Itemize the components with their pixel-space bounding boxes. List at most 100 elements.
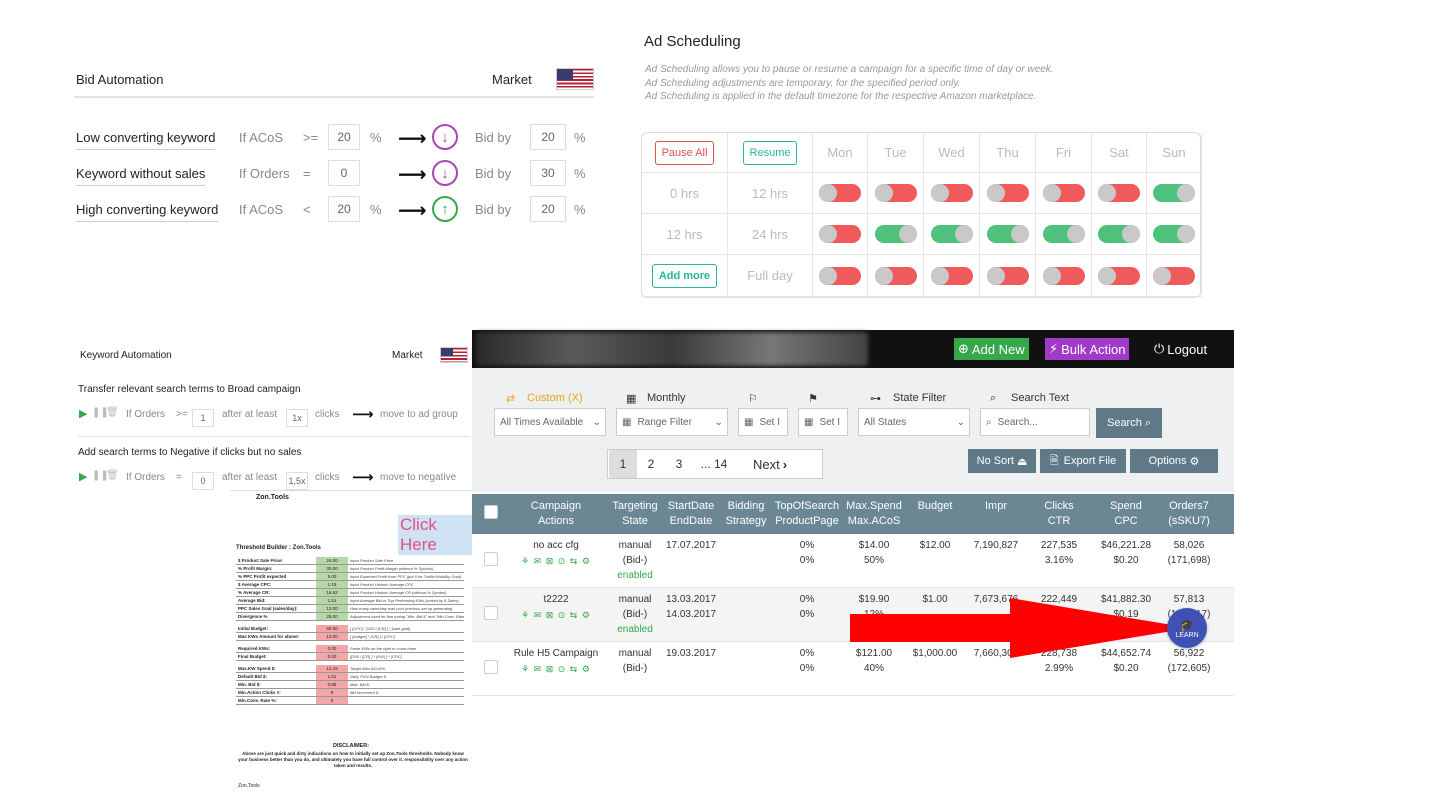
page-3[interactable]: 3: [665, 450, 693, 478]
sheet-row-value[interactable]: 13.00: [316, 633, 348, 640]
rule-value-input[interactable]: 0: [328, 160, 360, 186]
play-icon[interactable]: ▶: [79, 470, 87, 483]
sheet-row-value[interactable]: 25.00: [316, 613, 348, 620]
clicks-value-input[interactable]: 1x: [286, 409, 308, 427]
us-flag-icon[interactable]: [556, 68, 594, 90]
pause-all-button[interactable]: Pause All: [654, 140, 715, 165]
sheet-row-value[interactable]: 8: [316, 689, 348, 696]
day-toggle-fri[interactable]: [1042, 184, 1085, 202]
day-toggle-wed[interactable]: [930, 184, 973, 202]
day-toggle-wed[interactable]: [930, 266, 973, 285]
range-filter-select[interactable]: ▦ Range Filter ⌄: [616, 408, 728, 436]
monthly-label[interactable]: Monthly: [647, 392, 686, 404]
rule-operator[interactable]: =: [176, 472, 182, 483]
rule-operator[interactable]: >=: [303, 130, 318, 145]
page-last[interactable]: ... 14: [693, 450, 735, 478]
sheet-row-value[interactable]: 16.62: [316, 589, 348, 596]
rule-condition[interactable]: If Orders: [126, 409, 165, 420]
arrow-down-circle-icon[interactable]: ↓: [432, 124, 458, 150]
clicks-value-input[interactable]: 1,5x: [286, 472, 308, 490]
day-toggle-tue[interactable]: [874, 266, 917, 285]
day-toggle-sat[interactable]: [1098, 225, 1140, 243]
search-button[interactable]: Search ⌕: [1096, 408, 1162, 438]
day-toggle-sun[interactable]: [1153, 184, 1195, 202]
day-toggle-sun[interactable]: [1153, 225, 1195, 243]
sheet-row-value[interactable]: 1.15: [316, 581, 348, 588]
logout-button[interactable]: ⏻ Logout: [1150, 338, 1211, 360]
rule-operator[interactable]: =: [303, 166, 311, 181]
start-date-input[interactable]: ▦ Set I: [738, 408, 788, 436]
rule-action[interactable]: move to ad group: [380, 409, 458, 420]
page-2[interactable]: 2: [637, 450, 665, 478]
learn-button[interactable]: 🎓 LEARN: [1167, 608, 1207, 648]
end-date-input[interactable]: ▦ Set I: [798, 408, 848, 436]
no-sort-button[interactable]: No Sort ⏏: [968, 449, 1036, 473]
day-toggle-fri[interactable]: [1042, 266, 1085, 285]
sheet-row-value[interactable]: 90.50: [316, 625, 348, 632]
day-toggle-sat[interactable]: [1098, 184, 1140, 202]
rule-condition[interactable]: If ACoS: [239, 202, 283, 217]
play-icon[interactable]: ▶: [79, 407, 87, 420]
day-toggle-tue[interactable]: [874, 225, 917, 243]
us-flag-icon[interactable]: [440, 347, 468, 363]
page-1[interactable]: 1: [609, 450, 637, 478]
rule-operator[interactable]: <: [303, 202, 311, 217]
next-page-button[interactable]: Next ›: [735, 450, 805, 478]
rule-value-input[interactable]: 20: [328, 196, 360, 222]
custom-filter-label[interactable]: Custom (X): [527, 392, 583, 404]
click-here-link[interactable]: Click Here: [398, 515, 472, 555]
sheet-row-value[interactable]: 0.00: [316, 645, 348, 652]
table-row[interactable]: no acc cfg ⚘ ✉ ⊠ ⊙ ⇆ ⚙ manual (Bid-) enabled…: [472, 534, 1234, 588]
day-toggle-thu[interactable]: [986, 225, 1029, 243]
day-toggle-sat[interactable]: [1098, 266, 1140, 285]
rule-value-input[interactable]: 20: [328, 124, 360, 150]
day-toggle-fri[interactable]: [1042, 225, 1085, 243]
bid-value-input[interactable]: 20: [530, 196, 566, 222]
sheet-row-value[interactable]: 1.51: [316, 673, 348, 680]
sheet-row-value[interactable]: 13.00: [316, 605, 348, 612]
state-select[interactable]: All States ⌄: [858, 408, 970, 436]
column-header[interactable]: Campaign Actions: [516, 499, 596, 529]
column-header[interactable]: Orders7 (sSKU7): [1149, 499, 1229, 529]
day-toggle-mon[interactable]: [819, 184, 861, 202]
rule-condition[interactable]: If ACoS: [239, 130, 283, 145]
resume-button[interactable]: Resume: [742, 140, 798, 165]
sheet-row-value[interactable]: 5.00: [316, 573, 348, 580]
rule-value-input[interactable]: 1: [192, 409, 214, 427]
add-more-button[interactable]: Add more: [651, 263, 718, 288]
bid-value-input[interactable]: 20: [530, 124, 566, 150]
rule-condition[interactable]: If Orders: [239, 166, 290, 181]
options-button[interactable]: Options ⚙: [1130, 449, 1218, 473]
bulk-action-button[interactable]: ⚡ Bulk Action: [1045, 338, 1130, 360]
top-bar: ⊕ Add New ⚡ Bulk Action ⏻ Logout: [472, 330, 1234, 368]
day-toggle-mon[interactable]: [819, 266, 861, 285]
select-all-checkbox[interactable]: [484, 505, 498, 519]
day-toggle-wed[interactable]: [930, 225, 973, 243]
rule-value-input[interactable]: 0: [192, 472, 214, 490]
rule-operator[interactable]: >=: [176, 409, 188, 420]
arrow-down-circle-icon[interactable]: ↓: [432, 160, 458, 186]
export-file-button[interactable]: 🗎 Export File: [1040, 449, 1126, 473]
rule-condition[interactable]: If Orders: [126, 472, 165, 483]
bolt-icon: ⚡: [1049, 341, 1059, 356]
sheet-row-value[interactable]: 30.00: [316, 565, 348, 572]
trash-icon[interactable]: 🗑: [106, 470, 119, 481]
sheet-row-value[interactable]: 12.19: [316, 665, 348, 672]
add-new-button[interactable]: ⊕ Add New: [954, 338, 1029, 360]
day-toggle-thu[interactable]: [986, 184, 1029, 202]
sheet-row-value[interactable]: 0: [316, 697, 348, 704]
day-toggle-sun[interactable]: [1153, 266, 1195, 285]
trash-icon[interactable]: 🗑: [106, 407, 119, 418]
arrow-up-circle-icon[interactable]: ↑: [432, 196, 458, 222]
rule-action[interactable]: move to negative: [380, 472, 456, 483]
day-toggle-thu[interactable]: [986, 266, 1029, 285]
sheet-row-value[interactable]: 0.86: [316, 681, 348, 688]
bid-value-input[interactable]: 30: [530, 160, 566, 186]
times-select[interactable]: All Times Available ⌄: [494, 408, 606, 436]
sheet-row-value[interactable]: 24.00: [316, 557, 348, 564]
sheet-row-value[interactable]: 0.00: [316, 653, 348, 660]
search-input[interactable]: ⌕ Search...: [980, 408, 1090, 436]
sheet-row-value[interactable]: 1.51: [316, 597, 348, 604]
day-toggle-tue[interactable]: [874, 184, 917, 202]
day-toggle-mon[interactable]: [819, 225, 861, 243]
